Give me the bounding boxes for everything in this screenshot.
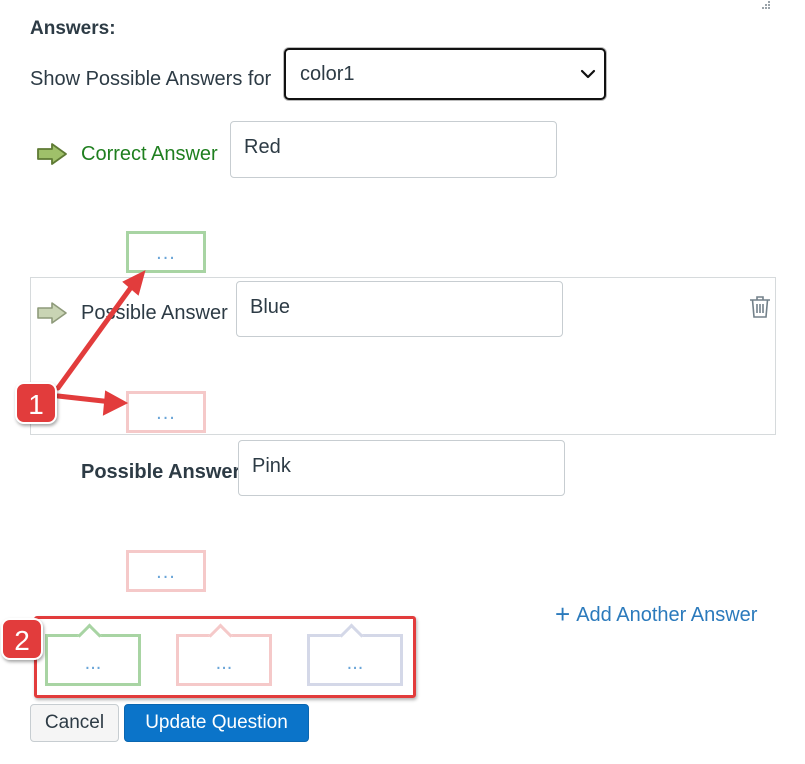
correct-answer-feedback-button[interactable]: ... <box>126 231 206 273</box>
possible-answer-value: Blue <box>250 296 291 318</box>
possible-answer-input[interactable]: Pink <box>238 440 565 496</box>
show-answers-label: Show Possible Answers for <box>30 68 272 90</box>
correct-answer-value: Red <box>244 136 281 158</box>
cancel-button[interactable]: Cancel <box>30 704 119 742</box>
add-another-answer-link[interactable]: + Add Another Answer <box>555 597 758 629</box>
correct-answer-label: Correct Answer <box>81 143 218 165</box>
arrow-right-icon <box>37 143 67 165</box>
possible-answer-feedback-button[interactable]: ... <box>126 550 206 592</box>
possible-answer-label: Possible Answer <box>81 461 241 483</box>
plus-icon: + <box>555 599 571 629</box>
annotation-badge-2: 2 <box>1 618 43 660</box>
correct-answer-input[interactable]: Red <box>230 121 557 178</box>
chevron-down-icon <box>580 69 596 79</box>
resize-grip-icon[interactable] <box>758 0 772 10</box>
annotation-frame <box>34 616 416 698</box>
add-another-answer-label: Add Another Answer <box>576 604 758 626</box>
answer-set-selected-value: color1 <box>300 63 355 85</box>
answer-set-select[interactable]: color1 <box>284 48 606 100</box>
annotation-arrows <box>55 270 146 416</box>
update-question-button[interactable]: Update Question <box>124 704 309 742</box>
possible-answer-value: Pink <box>252 455 291 477</box>
annotation-badge-1: 1 <box>15 382 57 424</box>
trash-icon[interactable] <box>749 295 771 319</box>
answers-heading: Answers: <box>30 18 116 39</box>
possible-answer-input[interactable]: Blue <box>236 281 563 337</box>
